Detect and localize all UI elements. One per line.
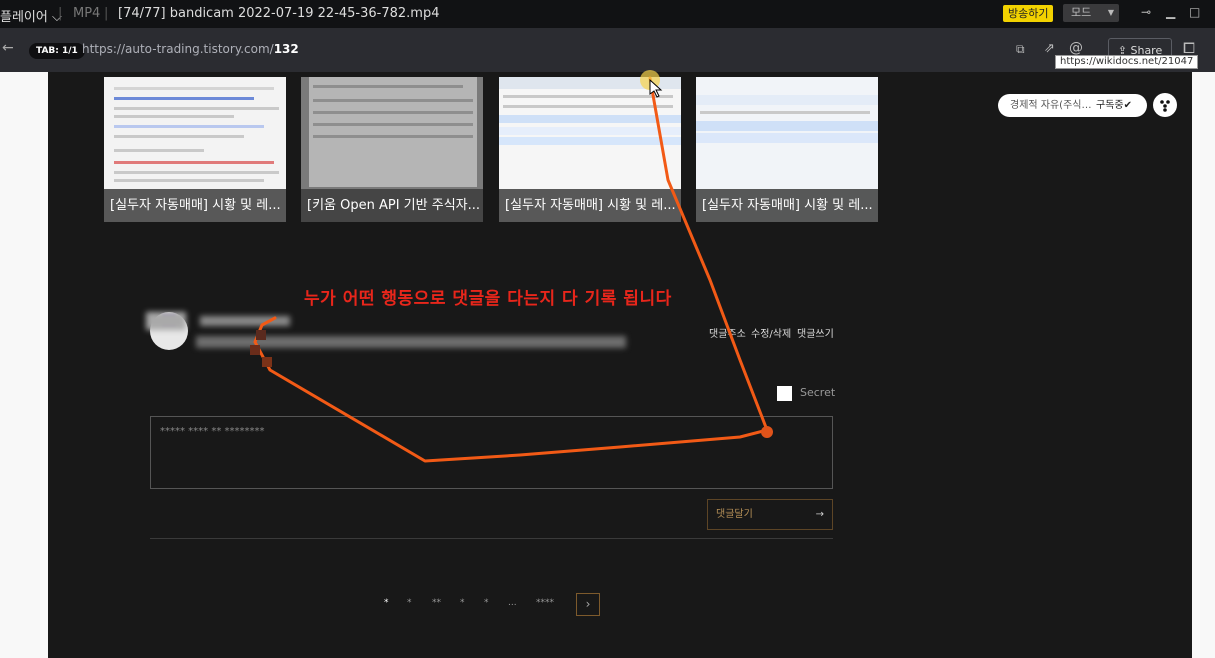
cursor-click-dot xyxy=(761,426,773,438)
blur-pixel-block xyxy=(250,345,260,355)
blur-pixel-block xyxy=(262,357,272,367)
blur-pixel-block xyxy=(256,330,266,340)
cursor-trail-overlay xyxy=(250,70,773,463)
cursor-trail-path xyxy=(253,76,769,463)
